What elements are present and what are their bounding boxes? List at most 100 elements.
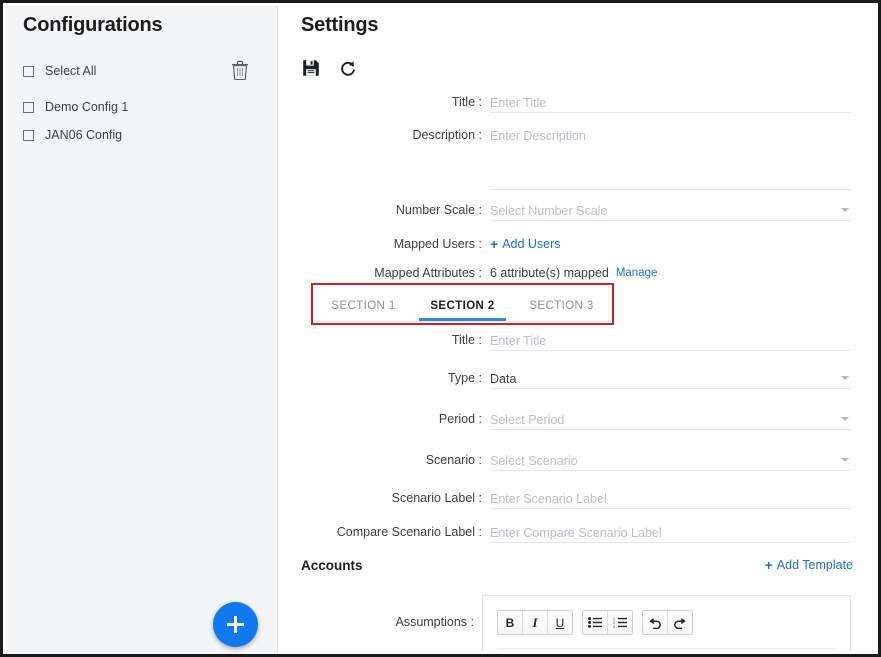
plus-icon: +	[764, 557, 773, 573]
add-users-label: Add Users	[502, 237, 561, 251]
period-select[interactable]: Select Period	[490, 411, 851, 430]
redo-button[interactable]	[668, 611, 692, 634]
number-scale-placeholder: Select Number Scale	[490, 204, 608, 218]
type-field-wrap: Data	[490, 370, 851, 389]
field-row-mapped-attributes: Mapped Attributes : 6 attribute(s) mappe…	[279, 265, 875, 282]
field-row-type: Type : Data	[279, 370, 875, 389]
assumptions-label: Assumptions :	[395, 615, 474, 629]
undo-button[interactable]	[643, 611, 668, 634]
type-select[interactable]: Data	[490, 370, 851, 389]
list-group: 1 2 3	[582, 610, 633, 635]
section-title-label: Title :	[451, 333, 482, 347]
bold-button[interactable]: B	[498, 611, 523, 634]
mapped-attributes-field-wrap: 6 attribute(s) mapped Manage	[490, 265, 851, 282]
numbered-list-icon: 1 2 3	[613, 617, 627, 628]
underline-icon: U	[555, 615, 565, 630]
tabs-highlight-annotation	[311, 283, 614, 325]
scenario-select[interactable]: Select Scenario	[490, 452, 851, 471]
chevron-down-icon	[841, 208, 849, 212]
config-checkbox[interactable]	[23, 129, 34, 141]
field-row-compare-scenario-label: Compare Scenario Label : Enter Compare S…	[279, 524, 875, 543]
chevron-down-icon	[841, 417, 849, 421]
scenario-label-text: Scenario :	[425, 453, 482, 467]
number-scale-field-wrap: Select Number Scale	[490, 202, 851, 221]
italic-icon: I	[532, 614, 538, 630]
number-scale-select[interactable]: Select Number Scale	[490, 202, 851, 221]
page-title: Settings	[301, 14, 379, 36]
field-row-number-scale: Number Scale : Select Number Scale	[279, 202, 875, 221]
sidebar-title: Configurations	[23, 14, 163, 36]
scenario-label-input[interactable]: Enter Scenario Label	[490, 490, 851, 509]
config-checkbox[interactable]	[23, 101, 34, 113]
scenario-label-placeholder: Enter Scenario Label	[490, 492, 607, 506]
save-icon[interactable]	[301, 58, 320, 77]
compare-scenario-label-label: Compare Scenario Label :	[336, 525, 482, 539]
accounts-title: Accounts	[301, 558, 363, 573]
description-field-wrap: Enter Description	[490, 127, 851, 190]
settings-panel: Settings Title : Enter Title Description…	[279, 6, 875, 651]
bold-icon: B	[505, 615, 515, 630]
mapped-attributes-value-row: 6 attribute(s) mapped Manage	[490, 265, 851, 282]
add-template-button[interactable]: + Add Template	[765, 557, 853, 574]
plus-icon: +	[490, 236, 499, 252]
underline-button[interactable]: U	[548, 611, 572, 634]
assumptions-editor[interactable]: B I U 1 2 3	[482, 595, 851, 651]
field-row-title: Title : Enter Title	[279, 94, 875, 113]
title-field-wrap: Enter Title	[490, 94, 851, 113]
redo-icon	[673, 617, 687, 629]
section-title-placeholder: Enter Title	[490, 334, 547, 348]
list-item[interactable]: JAN06 Config	[23, 125, 263, 145]
list-item[interactable]: Demo Config 1	[23, 97, 263, 117]
bulleted-list-icon	[588, 617, 602, 628]
compare-scenario-label-field-wrap: Enter Compare Scenario Label	[490, 524, 851, 543]
description-label: Description :	[412, 128, 482, 142]
number-scale-label: Number Scale :	[395, 203, 482, 217]
settings-toolbar	[301, 58, 357, 77]
select-all-row[interactable]: Select All	[23, 61, 263, 81]
mapped-users-label: Mapped Users :	[393, 237, 482, 251]
bulleted-list-button[interactable]	[583, 611, 608, 634]
italic-button[interactable]: I	[523, 611, 548, 634]
plus-icon	[234, 616, 237, 633]
text-style-group: B I U	[497, 610, 573, 635]
svg-text:3: 3	[613, 625, 615, 628]
add-template-label: Add Template	[776, 558, 853, 572]
compare-scenario-label-input[interactable]: Enter Compare Scenario Label	[490, 524, 851, 543]
rich-text-toolbar: B I U 1 2 3	[497, 610, 693, 635]
period-placeholder: Select Period	[490, 413, 565, 427]
description-input[interactable]: Enter Description	[490, 127, 851, 190]
mapped-users-field-wrap: + Add Users	[490, 236, 851, 253]
add-configuration-button[interactable]	[213, 602, 258, 647]
config-label: Demo Config 1	[45, 100, 129, 114]
period-field-wrap: Select Period	[490, 411, 851, 430]
section-title-field-wrap: Enter Title	[490, 332, 851, 351]
compare-scenario-label-placeholder: Enter Compare Scenario Label	[490, 526, 662, 540]
type-value: Data	[490, 372, 517, 386]
config-label: JAN06 Config	[45, 128, 123, 142]
title-input[interactable]: Enter Title	[490, 94, 851, 113]
scenario-field-wrap: Select Scenario	[490, 452, 851, 471]
title-placeholder: Enter Title	[490, 96, 547, 110]
trash-icon[interactable]	[231, 60, 249, 80]
field-row-scenario: Scenario : Select Scenario	[279, 452, 875, 471]
field-row-mapped-users: Mapped Users : + Add Users	[279, 236, 875, 253]
select-all-checkbox[interactable]	[23, 65, 34, 77]
field-row-section-title: Title : Enter Title	[279, 332, 875, 351]
accounts-header: Accounts + Add Template	[279, 557, 875, 574]
title-label: Title :	[451, 95, 482, 109]
numbered-list-button[interactable]: 1 2 3	[608, 611, 632, 634]
refresh-icon[interactable]	[338, 58, 357, 77]
manage-attributes-link[interactable]: Manage	[616, 265, 658, 282]
chevron-down-icon	[841, 458, 849, 462]
chevron-down-icon	[841, 376, 849, 380]
type-label: Type :	[447, 371, 482, 385]
scenario-placeholder: Select Scenario	[490, 454, 578, 468]
add-users-button[interactable]: + Add Users	[490, 236, 851, 253]
scenario-label-field-wrap: Enter Scenario Label	[490, 490, 851, 509]
select-all-label: Select All	[45, 64, 97, 78]
configurations-sidebar: Configurations Select All Demo Config 1 …	[6, 6, 278, 654]
field-row-scenario-label: Scenario Label : Enter Scenario Label	[279, 490, 875, 509]
section-title-input[interactable]: Enter Title	[490, 332, 851, 351]
field-row-period: Period : Select Period	[279, 411, 875, 430]
field-row-description: Description : Enter Description	[279, 127, 875, 190]
